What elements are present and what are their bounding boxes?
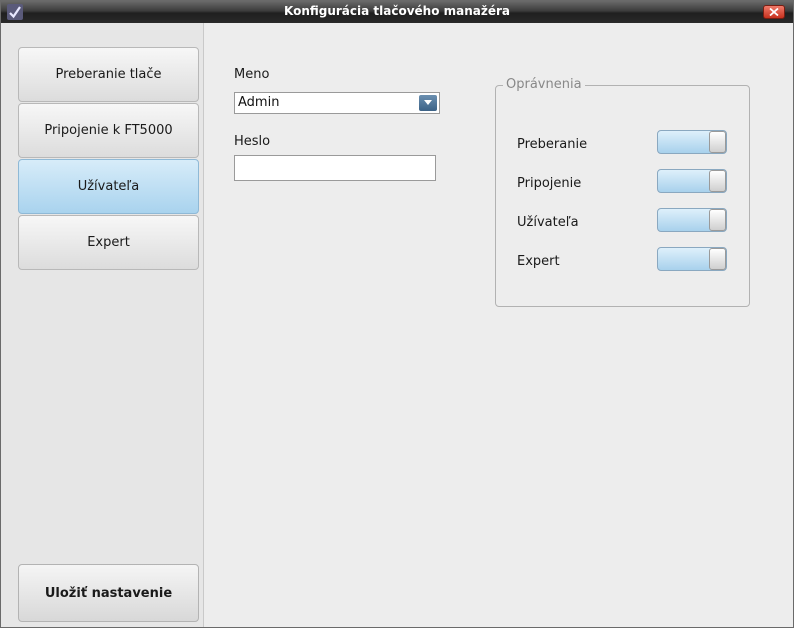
permission-label-uzivatela: Užívateľa (517, 215, 579, 230)
sidebar-item-label: Expert (87, 235, 130, 250)
sidebar-item-expert[interactable]: Expert (18, 215, 199, 270)
save-settings-button[interactable]: Uložiť nastavenie (18, 564, 199, 622)
close-icon (769, 8, 779, 16)
permission-label-expert: Expert (517, 254, 560, 269)
title-bar: Konfigurácia tlačového manažéra (1, 1, 793, 23)
toggle-knob (709, 209, 726, 231)
config-window: Konfigurácia tlačového manažéra Preberan… (0, 0, 794, 628)
sidebar-item-label: Pripojenie k FT5000 (44, 123, 173, 138)
user-select[interactable]: Admin (234, 92, 440, 114)
user-select-value: Admin (238, 95, 280, 110)
password-field[interactable] (234, 155, 436, 181)
name-label: Meno (234, 67, 270, 82)
sidebar-item-preberanie-tlace[interactable]: Preberanie tlače (18, 47, 199, 102)
permission-toggle-uzivatela[interactable] (657, 208, 727, 232)
sidebar-item-pripojenie[interactable]: Pripojenie k FT5000 (18, 103, 199, 158)
toggle-knob (709, 131, 726, 153)
chevron-down-icon (424, 100, 432, 105)
sidebar: Preberanie tlače Pripojenie k FT5000 Uží… (1, 23, 204, 627)
permission-toggle-preberanie[interactable] (657, 130, 727, 154)
permissions-group (495, 85, 750, 307)
window-title: Konfigurácia tlačového manažéra (283, 4, 511, 18)
toggle-knob (709, 170, 726, 192)
sidebar-item-label: Preberanie tlače (55, 67, 162, 82)
toggle-knob (709, 248, 726, 270)
sidebar-item-label: Užívateľa (77, 179, 140, 194)
password-label: Heslo (234, 134, 271, 149)
sidebar-item-uzivatela[interactable]: Užívateľa (18, 159, 199, 214)
permission-toggle-pripojenie[interactable] (657, 169, 727, 193)
dropdown-button[interactable] (419, 95, 437, 111)
close-button[interactable] (763, 5, 785, 19)
permissions-title: Oprávnenia (503, 77, 585, 92)
permission-label-pripojenie: Pripojenie (517, 176, 582, 191)
permission-toggle-expert[interactable] (657, 247, 727, 271)
permission-label-preberanie: Preberanie (517, 137, 588, 152)
